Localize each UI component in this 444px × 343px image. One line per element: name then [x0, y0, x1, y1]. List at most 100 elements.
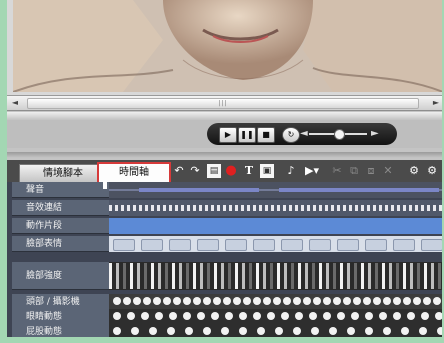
- tab-script[interactable]: 情境腳本: [19, 164, 107, 182]
- keyframe-dot[interactable]: [123, 297, 131, 305]
- undo-icon[interactable]: ↶: [172, 164, 186, 178]
- loop-button[interactable]: ↻: [282, 127, 300, 143]
- keyframe-dot[interactable]: [413, 297, 421, 305]
- keyframe-dot[interactable]: [155, 312, 163, 320]
- keyframe-dot[interactable]: [393, 312, 401, 320]
- intensity-key[interactable]: [389, 263, 392, 289]
- keyframe-dot[interactable]: [203, 297, 211, 305]
- intensity-key[interactable]: [207, 263, 210, 289]
- expression-marker[interactable]: [225, 239, 247, 251]
- intensity-key[interactable]: [116, 263, 119, 289]
- keyframe-dot[interactable]: [433, 297, 441, 305]
- expression-marker[interactable]: [253, 239, 275, 251]
- sound-track[interactable]: [109, 182, 444, 198]
- preview-canvas[interactable]: [13, 0, 443, 92]
- keyframe-dot[interactable]: [211, 312, 219, 320]
- keyframe-dot[interactable]: [273, 297, 281, 305]
- keyframe-dot[interactable]: [353, 297, 361, 305]
- keyframe-dot[interactable]: [419, 327, 427, 335]
- keyframe-dot[interactable]: [113, 312, 121, 320]
- redo-icon[interactable]: ↷: [188, 164, 202, 178]
- keyframe-dot[interactable]: [421, 312, 429, 320]
- keyframe-dot[interactable]: [225, 312, 233, 320]
- keyframe-dot[interactable]: [203, 327, 211, 335]
- keyframe-dot[interactable]: [373, 297, 381, 305]
- intensity-key[interactable]: [165, 263, 168, 289]
- expression-marker[interactable]: [197, 239, 219, 251]
- keyframe-dot[interactable]: [239, 327, 247, 335]
- intensity-key[interactable]: [382, 263, 385, 289]
- keyframe-dot[interactable]: [173, 297, 181, 305]
- keyframe-dot[interactable]: [295, 312, 303, 320]
- play-button[interactable]: ▶: [219, 127, 237, 143]
- intensity-key[interactable]: [347, 263, 350, 289]
- motion-clip-track[interactable]: [109, 218, 444, 234]
- keyframe-dot[interactable]: [133, 297, 141, 305]
- keyframe-dot[interactable]: [239, 312, 247, 320]
- music-note-icon[interactable]: ♪: [284, 164, 298, 178]
- tab-timeline[interactable]: 時間軸: [97, 162, 171, 184]
- keyframe-dot[interactable]: [169, 312, 177, 320]
- keyframe-dot[interactable]: [267, 312, 275, 320]
- intensity-key[interactable]: [235, 263, 238, 289]
- keyframe-dot[interactable]: [131, 327, 139, 335]
- intensity-key[interactable]: [375, 263, 378, 289]
- paste-icon[interactable]: ⧈: [364, 164, 378, 178]
- intensity-key[interactable]: [291, 263, 294, 289]
- copy-icon[interactable]: ⧉: [347, 164, 361, 178]
- keyframe-dot[interactable]: [347, 327, 355, 335]
- intensity-key[interactable]: [151, 263, 154, 289]
- expression-marker[interactable]: [393, 239, 415, 251]
- text-icon[interactable]: T: [242, 164, 256, 178]
- keyframe-dot[interactable]: [141, 312, 149, 320]
- intensity-key[interactable]: [242, 263, 245, 289]
- timeline-row-sound-link[interactable]: 音效連結: [7, 200, 444, 216]
- intensity-key[interactable]: [193, 263, 196, 289]
- scroll-thumb[interactable]: |||: [27, 98, 419, 109]
- keyframe-dot[interactable]: [113, 327, 121, 335]
- intensity-key[interactable]: [333, 263, 336, 289]
- keyframe-dot[interactable]: [383, 327, 391, 335]
- keyframe-dot[interactable]: [243, 297, 251, 305]
- keyframe-dot[interactable]: [275, 327, 283, 335]
- keyframe-dot[interactable]: [213, 297, 221, 305]
- intensity-key[interactable]: [200, 263, 203, 289]
- intensity-key[interactable]: [263, 263, 266, 289]
- intensity-key[interactable]: [340, 263, 343, 289]
- preview-horizontal-scrollbar[interactable]: ◄ ||| ►: [7, 95, 444, 111]
- keyframe-dot[interactable]: [351, 312, 359, 320]
- timeline-row-motion-clip[interactable]: 動作片段: [7, 218, 444, 234]
- intensity-key[interactable]: [284, 263, 287, 289]
- timeline-playhead[interactable]: [103, 181, 107, 189]
- keyframe-dot[interactable]: [167, 327, 175, 335]
- keyframe-dot[interactable]: [253, 297, 261, 305]
- expression-marker[interactable]: [337, 239, 359, 251]
- intensity-key[interactable]: [417, 263, 420, 289]
- intensity-key[interactable]: [137, 263, 140, 289]
- keyframe-dot[interactable]: [293, 297, 301, 305]
- keyframe-dot[interactable]: [403, 297, 411, 305]
- intensity-key[interactable]: [228, 263, 231, 289]
- intensity-key[interactable]: [403, 263, 406, 289]
- pause-button[interactable]: ❚❚: [238, 127, 256, 143]
- scroll-right-arrow-icon[interactable]: ►: [430, 97, 442, 108]
- expression-marker[interactable]: [365, 239, 387, 251]
- intensity-key[interactable]: [424, 263, 427, 289]
- keyframe-dot[interactable]: [293, 327, 301, 335]
- scroll-left-arrow-icon[interactable]: ◄: [9, 97, 21, 108]
- keyframe-dot[interactable]: [153, 297, 161, 305]
- keyframe-dot[interactable]: [337, 312, 345, 320]
- intensity-key[interactable]: [270, 263, 273, 289]
- timeline-row-sound[interactable]: 聲音: [7, 182, 444, 198]
- intensity-key[interactable]: [438, 263, 441, 289]
- intensity-key[interactable]: [410, 263, 413, 289]
- keyframe-dot[interactable]: [221, 327, 229, 335]
- expression-marker[interactable]: [281, 239, 303, 251]
- sound-link-track[interactable]: [109, 200, 444, 216]
- timeline-row-face-intensity[interactable]: 臉部強度: [7, 262, 444, 292]
- volume-slider-knob[interactable]: [334, 129, 345, 140]
- keyframe-dot[interactable]: [311, 327, 319, 335]
- cut-icon[interactable]: ✂: [330, 164, 344, 178]
- keyframe-dot[interactable]: [309, 312, 317, 320]
- intensity-key[interactable]: [256, 263, 259, 289]
